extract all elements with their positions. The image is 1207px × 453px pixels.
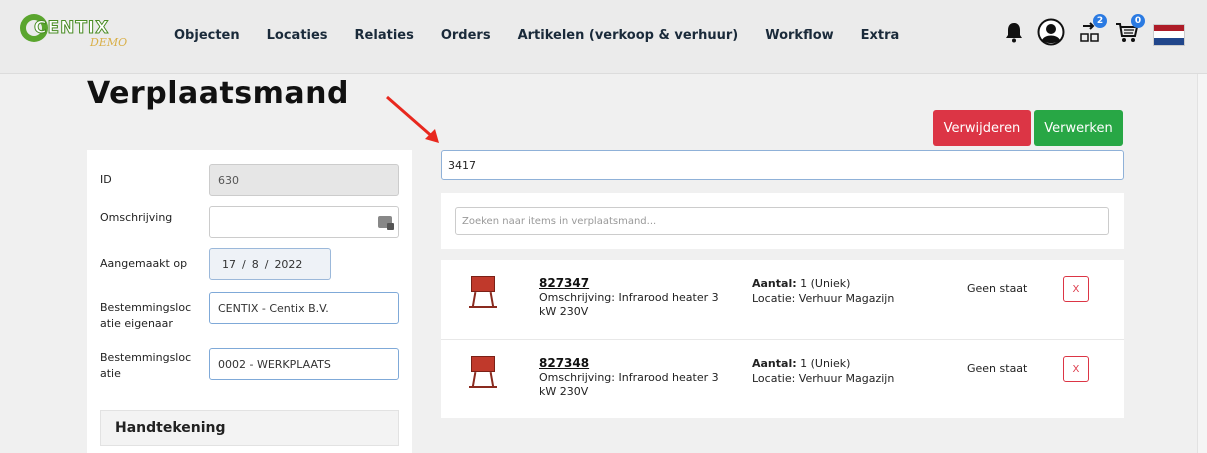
item-description: Omschrijving: Infrarood heater 3 kW 230V bbox=[539, 291, 719, 318]
logo-demo-text: DEMO bbox=[90, 36, 128, 49]
process-button[interactable]: Verwerken bbox=[1034, 110, 1123, 146]
keyboard-icon[interactable] bbox=[378, 216, 394, 230]
quantity-label: Aantal: bbox=[752, 277, 797, 290]
signature-header[interactable]: Handtekening bbox=[100, 410, 399, 446]
language-flag-nl[interactable] bbox=[1153, 23, 1185, 46]
move-basket-badge: 2 bbox=[1093, 14, 1107, 28]
logo-text: CENTIX bbox=[33, 18, 110, 39]
created-month[interactable]: 8 bbox=[252, 258, 259, 271]
infrared-heater-icon bbox=[469, 276, 497, 310]
item-code-link[interactable]: 827348 bbox=[539, 356, 589, 370]
id-field: 630 bbox=[209, 164, 399, 196]
page-scrollbar[interactable] bbox=[1197, 74, 1207, 453]
location-label: Bestemmingsloc atie bbox=[100, 351, 192, 380]
item-quantity: Aantal: 1 (Uniek) Locatie: Verhuur Magaz… bbox=[752, 276, 894, 306]
quantity-value: 1 (Uniek) bbox=[800, 357, 851, 370]
item-quantity: Aantal: 1 (Uniek) Locatie: Verhuur Magaz… bbox=[752, 356, 894, 386]
list-item: 827347 Omschrijving: Infrarood heater 3 … bbox=[441, 260, 1124, 338]
cart-badge: 0 bbox=[1131, 14, 1145, 28]
infrared-heater-icon bbox=[469, 356, 497, 390]
top-navbar: CENTIX DEMO Objecten Locaties Relaties O… bbox=[0, 0, 1207, 74]
created-year[interactable]: 2022 bbox=[274, 258, 302, 271]
description-label: Omschrijving bbox=[100, 211, 173, 224]
annotation-arrow-icon bbox=[386, 95, 439, 143]
item-state: Geen staat bbox=[967, 362, 1028, 375]
item-code-link[interactable]: 827347 bbox=[539, 276, 589, 290]
created-label: Aangemaakt op bbox=[100, 257, 188, 270]
scan-input[interactable]: 3417 bbox=[441, 150, 1124, 180]
owner-field[interactable]: CENTIX - Centix B.V. bbox=[209, 292, 399, 324]
move-basket-form: ID 630 Omschrijving Aangemaakt op 17 / 8… bbox=[87, 150, 412, 453]
created-day[interactable]: 17 bbox=[222, 258, 236, 271]
user-circle-icon[interactable] bbox=[1037, 18, 1065, 51]
list-item: 827348 Omschrijving: Infrarood heater 3 … bbox=[441, 339, 1124, 417]
description-field[interactable] bbox=[209, 206, 399, 238]
quantity-label: Aantal: bbox=[752, 357, 797, 370]
item-location: Locatie: Verhuur Magazijn bbox=[752, 292, 895, 305]
created-date-field[interactable]: 17 / 8 / 2022 bbox=[209, 248, 331, 280]
id-label: ID bbox=[100, 173, 112, 186]
item-description: Omschrijving: Infrarood heater 3 kW 230V bbox=[539, 371, 719, 398]
nav-item-artikelen[interactable]: Artikelen (verkoop & verhuur) bbox=[518, 28, 739, 43]
nav-item-workflow[interactable]: Workflow bbox=[765, 28, 833, 43]
page-title: Verplaatsmand bbox=[87, 76, 349, 111]
date-separator: / bbox=[264, 257, 269, 271]
item-state: Geen staat bbox=[967, 282, 1028, 295]
owner-label: Bestemmingsloc atie eigenaar bbox=[100, 301, 192, 330]
nav-item-objecten[interactable]: Objecten bbox=[174, 28, 240, 43]
nav-item-extra[interactable]: Extra bbox=[861, 28, 900, 43]
delete-button[interactable]: Verwijderen bbox=[933, 110, 1031, 146]
remove-item-button[interactable]: X bbox=[1063, 276, 1089, 302]
nav-item-relaties[interactable]: Relaties bbox=[355, 28, 414, 43]
bell-icon[interactable] bbox=[1005, 21, 1023, 48]
search-input[interactable]: Zoeken naar items in verplaatsmand... bbox=[455, 207, 1109, 235]
centix-logo[interactable]: CENTIX DEMO bbox=[20, 14, 150, 54]
basket-items-list: 827347 Omschrijving: Infrarood heater 3 … bbox=[441, 260, 1124, 418]
search-card: Zoeken naar items in verplaatsmand... bbox=[441, 193, 1124, 249]
location-field[interactable]: 0002 - WERKPLAATS bbox=[209, 348, 399, 380]
cart-icon[interactable]: 0 bbox=[1115, 14, 1145, 49]
main-menu: Objecten Locaties Relaties Orders Artike… bbox=[174, 28, 926, 43]
nav-item-locaties[interactable]: Locaties bbox=[267, 28, 328, 43]
move-basket-icon[interactable]: 2 bbox=[1079, 14, 1107, 49]
date-separator: / bbox=[242, 257, 246, 271]
remove-item-button[interactable]: X bbox=[1063, 356, 1089, 382]
quantity-value: 1 (Uniek) bbox=[800, 277, 851, 290]
nav-icons: 2 0 bbox=[991, 14, 1185, 51]
item-location: Locatie: Verhuur Magazijn bbox=[752, 372, 895, 385]
nav-item-orders[interactable]: Orders bbox=[441, 28, 491, 43]
